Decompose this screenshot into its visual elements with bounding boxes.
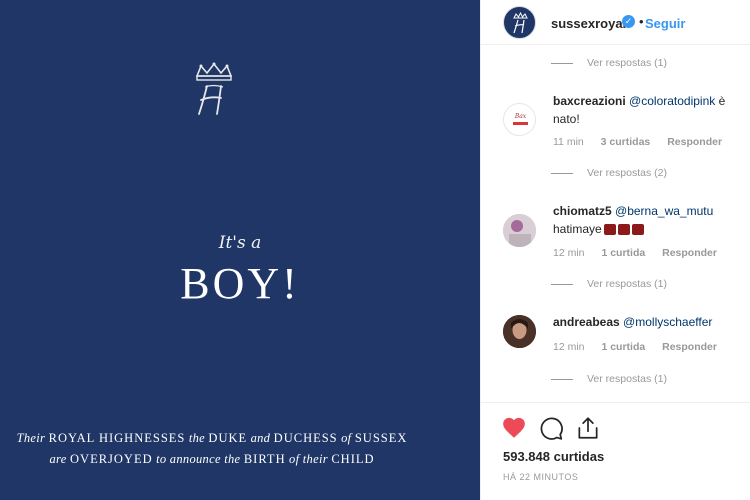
comment-likes[interactable]: 3 curtidas (601, 136, 651, 148)
comment-mention[interactable]: @mollyschaeffer (623, 315, 712, 329)
emoji-icon (617, 224, 630, 236)
announce-word: to announce the (156, 452, 241, 466)
announce-word: ROYAL HIGHNESSES (48, 431, 186, 445)
post-header: sussexroyal ✓ • Seguir (481, 0, 750, 45)
emoji-icon (631, 224, 644, 236)
comment-username[interactable]: andreabeas (553, 315, 620, 329)
comment-icon[interactable] (538, 415, 564, 441)
reply-button[interactable]: Responder (667, 136, 722, 148)
comment-likes[interactable]: 1 curtida (601, 341, 645, 353)
announce-word: DUKE (208, 431, 248, 445)
its-a-text: It's a (218, 233, 262, 253)
announce-word: Their (16, 431, 46, 445)
follow-button[interactable]: Seguir (645, 16, 685, 31)
verified-icon: ✓ (622, 15, 635, 28)
avatar[interactable]: Bax (503, 103, 536, 136)
avatar[interactable] (503, 214, 536, 247)
avatar-image (503, 315, 536, 348)
monogram-icon (513, 11, 528, 34)
view-replies-link[interactable]: Ver respostas (1) (551, 57, 667, 69)
reply-button[interactable]: Responder (662, 341, 717, 353)
announce-word: and (250, 431, 271, 445)
comment-time: 11 min (553, 136, 584, 148)
comment-text: nato! (553, 112, 580, 126)
comment-mention[interactable]: @coloratodipink (629, 94, 715, 108)
announce-word: BIRTH (243, 452, 286, 466)
comment-text: hatimaye (553, 222, 602, 236)
post-image[interactable]: It's a BOY! Their ROYAL HIGHNESSES the D… (0, 0, 480, 500)
announce-word: of their (289, 452, 328, 466)
comment-meta: 12 min 1 curtida Responder (553, 341, 731, 353)
comment-time: 12 min (553, 247, 585, 259)
announce-word: the (188, 431, 205, 445)
view-replies-link[interactable]: Ver respostas (1) (551, 278, 667, 290)
announcement-line-1: Their ROYAL HIGHNESSES the DUKE and DUCH… (0, 431, 424, 446)
comment-time: 12 min (553, 341, 585, 353)
comment-body: andreabeas @mollyschaeffer (553, 313, 743, 331)
reply-button[interactable]: Responder (662, 247, 717, 259)
comment-body: chiomatz5 @berna_wa_mutu hatimaye (553, 202, 743, 238)
emoji-icon (603, 224, 616, 236)
announce-word: of (341, 431, 352, 445)
header-username[interactable]: sussexroyal (551, 16, 626, 31)
comment-likes[interactable]: 1 curtida (601, 247, 645, 259)
comment-username[interactable]: chiomatz5 (553, 204, 612, 218)
comment-meta: 11 min 3 curtidas Responder (553, 136, 736, 148)
comment-mention[interactable]: @berna_wa_mutu (615, 204, 713, 218)
boy-headline: BOY! (180, 259, 300, 308)
avatar[interactable] (503, 315, 536, 348)
comment-body: baxcreazioni @coloratodipink è nato! (553, 92, 743, 128)
royal-monogram-logo (195, 62, 233, 115)
avatar-image: Bax (513, 113, 528, 125)
announce-word: OVERJOYED (70, 452, 153, 466)
view-replies-link[interactable]: Ver respostas (1) (551, 373, 667, 385)
heart-icon[interactable] (501, 415, 527, 441)
comments-panel: sussexroyal ✓ • Seguir Ver respostas (1)… (480, 0, 750, 500)
post-actions: 593.848 curtidas HÁ 22 MINUTOS (481, 402, 750, 500)
announce-word: SUSSEX (354, 431, 408, 445)
share-icon[interactable] (575, 415, 601, 441)
announce-word: CHILD (331, 452, 375, 466)
comment-meta: 12 min 1 curtida Responder (553, 247, 731, 259)
announce-word: are (49, 452, 67, 466)
avatar-image (503, 214, 536, 247)
dot-separator: • (639, 14, 644, 29)
likes-count[interactable]: 593.848 curtidas (503, 449, 604, 464)
comment-text: è (715, 94, 726, 108)
announce-word: DUCHESS (273, 431, 338, 445)
comment-username[interactable]: baxcreazioni (553, 94, 626, 108)
avatar[interactable] (503, 6, 536, 39)
svg-text:Bax: Bax (514, 113, 527, 120)
view-replies-link[interactable]: Ver respostas (2) (551, 167, 667, 179)
post-timestamp: HÁ 22 MINUTOS (503, 472, 579, 482)
announcement-line-2: are OVERJOYED to announce the BIRTH of t… (0, 452, 424, 467)
